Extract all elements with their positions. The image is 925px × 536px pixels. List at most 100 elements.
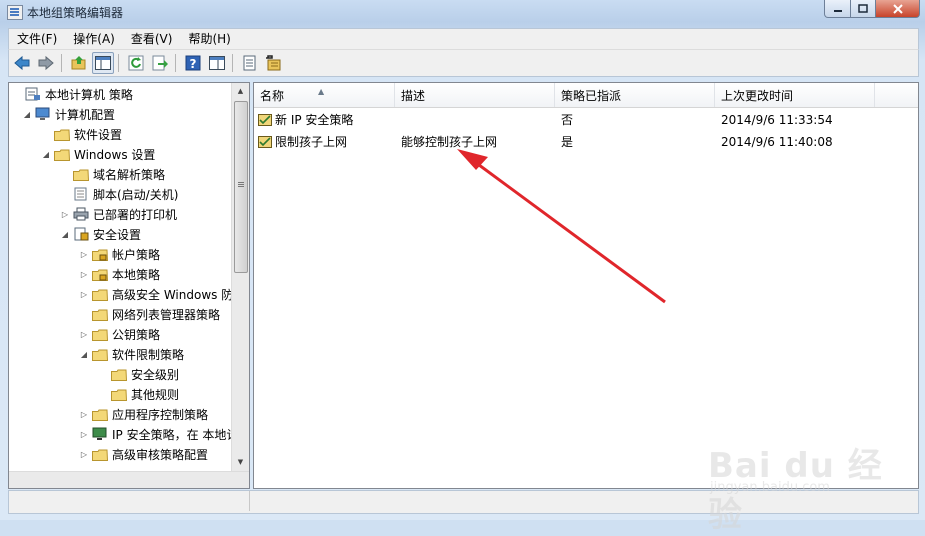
- tree-item-label: 安全级别: [131, 368, 180, 382]
- folder-icon: [92, 347, 109, 361]
- collapse-arrow-icon[interactable]: ◢: [23, 105, 31, 125]
- ip-security-icon: [92, 427, 108, 440]
- caption-buttons: [824, 0, 920, 18]
- folder-icon: [111, 367, 128, 381]
- expand-arrow-icon[interactable]: ▷: [80, 445, 88, 465]
- tree-item[interactable]: ▷ 公钥策略: [80, 325, 160, 345]
- tree-item-label: 已部署的打印机: [93, 208, 178, 222]
- create-ip-policy-button[interactable]: [263, 52, 285, 74]
- properties-button[interactable]: [239, 52, 261, 74]
- column-header-assigned[interactable]: 策略已指派: [555, 83, 715, 107]
- collapse-arrow-icon[interactable]: ◢: [80, 345, 88, 365]
- console-tree-pane[interactable]: 本地计算机 策略 ◢ 计算机配置 软件设置 ◢ Windows 设置 域名解析策略 脚本(启动…: [8, 82, 250, 489]
- tree-vertical-scrollbar[interactable]: ▲ ▼: [231, 83, 249, 471]
- tree-item[interactable]: 域名解析策略: [61, 165, 165, 185]
- folder-icon: [92, 407, 109, 421]
- toolbar-separator: [232, 54, 233, 72]
- folder-lock-icon: [92, 247, 109, 261]
- expand-arrow-icon[interactable]: ▷: [80, 245, 88, 265]
- folder-icon: [111, 387, 128, 401]
- expand-arrow-icon[interactable]: ▷: [80, 285, 88, 305]
- tree-item-label: 本地策略: [112, 268, 161, 282]
- refresh-button[interactable]: [125, 52, 147, 74]
- refresh-icon: [128, 55, 144, 71]
- tree-item[interactable]: 本地计算机 策略: [13, 85, 133, 105]
- tree-item[interactable]: 网络列表管理器策略: [80, 305, 220, 325]
- tree-item[interactable]: ▷ 应用程序控制策略: [80, 405, 208, 425]
- column-header-modified[interactable]: 上次更改时间: [715, 83, 875, 107]
- tree-item[interactable]: ▷ 本地策略: [80, 265, 160, 285]
- tree-item[interactable]: ◢ Windows 设置: [42, 145, 155, 165]
- tree-item[interactable]: ▷ 帐户策略: [80, 245, 160, 265]
- tree-item[interactable]: ▷ 高级审核策略配置: [80, 445, 208, 465]
- tree-item-label: 软件限制策略: [112, 348, 185, 362]
- scroll-down-icon[interactable]: ▼: [232, 454, 249, 471]
- forward-button[interactable]: [35, 52, 57, 74]
- expand-arrow-icon: [13, 85, 21, 105]
- expand-arrow-icon[interactable]: ▷: [61, 205, 69, 225]
- column-header-description[interactable]: 描述: [395, 83, 555, 107]
- minimize-icon: [833, 9, 842, 12]
- up-one-level-button[interactable]: [68, 52, 90, 74]
- computer-policy-icon: [25, 87, 41, 101]
- window-title: 本地组策略编辑器: [27, 6, 124, 20]
- close-button[interactable]: [876, 0, 920, 18]
- maximize-button[interactable]: [851, 0, 876, 18]
- collapse-arrow-icon[interactable]: ◢: [61, 225, 69, 245]
- column-label: 描述: [401, 89, 426, 103]
- tree-item[interactable]: 软件设置: [42, 125, 122, 145]
- console-tree-button[interactable]: [206, 52, 228, 74]
- expand-arrow-icon: [99, 365, 107, 385]
- back-button[interactable]: [11, 52, 33, 74]
- tree-item[interactable]: 其他规则: [99, 385, 179, 405]
- list-header: ▲ 名称 描述 策略已指派 上次更改时间: [254, 83, 918, 108]
- folder-icon: [92, 327, 109, 341]
- folder-icon: [92, 307, 109, 321]
- menu-file[interactable]: 文件(F): [9, 30, 65, 48]
- tree-item[interactable]: ▷ 高级安全 Windows 防: [80, 285, 233, 305]
- up-folder-icon: [71, 56, 86, 70]
- tree-item[interactable]: ◢ 软件限制策略: [80, 345, 184, 365]
- gpedit-app-icon: [7, 5, 23, 20]
- details-pane[interactable]: ▲ 名称 描述 策略已指派 上次更改时间 新 IP 安全策略 否 2014/9/…: [253, 82, 919, 489]
- security-icon: [73, 227, 89, 241]
- tree-item-label: 本地计算机 策略: [45, 88, 133, 102]
- export-list-button[interactable]: [149, 52, 171, 74]
- show-hide-tree-button[interactable]: [92, 52, 114, 74]
- collapse-arrow-icon[interactable]: ◢: [42, 145, 50, 165]
- tree-item-label: 公钥策略: [112, 328, 161, 342]
- folder-lock-icon: [92, 267, 109, 281]
- policy-name: 限制孩子上网: [275, 135, 348, 149]
- tree-item-label: 高级审核策略配置: [112, 448, 209, 462]
- scroll-thumb[interactable]: [234, 101, 248, 273]
- menu-help[interactable]: 帮助(H): [180, 30, 238, 48]
- help-button[interactable]: ?: [182, 52, 204, 74]
- expand-arrow-icon[interactable]: ▷: [80, 325, 88, 345]
- printer-icon: [73, 207, 89, 221]
- minimize-button[interactable]: [824, 0, 851, 18]
- expand-arrow-icon[interactable]: ▷: [80, 405, 88, 425]
- tree-item-label: 高级安全 Windows 防: [112, 288, 234, 302]
- tree-item[interactable]: ◢ 安全设置: [61, 225, 141, 245]
- script-icon: [73, 187, 89, 201]
- tree-item[interactable]: ◢ 计算机配置: [23, 105, 115, 125]
- tree-item[interactable]: ▷ 已部署的打印机: [61, 205, 177, 225]
- menu-action[interactable]: 操作(A): [65, 30, 123, 48]
- ip-policy-icon: [258, 133, 272, 148]
- menu-view[interactable]: 查看(V): [123, 30, 181, 48]
- column-header-name[interactable]: ▲ 名称: [254, 83, 395, 107]
- svg-text:?: ?: [190, 57, 197, 71]
- table-row[interactable]: 新 IP 安全策略 否 2014/9/6 11:33:54: [254, 109, 918, 131]
- tree-item[interactable]: 安全级别: [99, 365, 179, 385]
- toolbar: ?: [8, 49, 919, 77]
- folder-icon: [73, 167, 90, 181]
- tree-horizontal-scrollbar[interactable]: [9, 471, 249, 488]
- expand-arrow-icon[interactable]: ▷: [80, 265, 88, 285]
- table-row[interactable]: 限制孩子上网 能够控制孩子上网 是 2014/9/6 11:40:08: [254, 131, 918, 153]
- tree-item[interactable]: 脚本(启动/关机): [61, 185, 178, 205]
- tree-item[interactable]: ▷ IP 安全策略，在 本地计: [80, 425, 238, 445]
- tree-item-label: 应用程序控制策略: [112, 408, 209, 422]
- policy-assigned: 否: [561, 113, 574, 127]
- expand-arrow-icon[interactable]: ▷: [80, 425, 88, 445]
- scroll-up-icon[interactable]: ▲: [232, 83, 249, 100]
